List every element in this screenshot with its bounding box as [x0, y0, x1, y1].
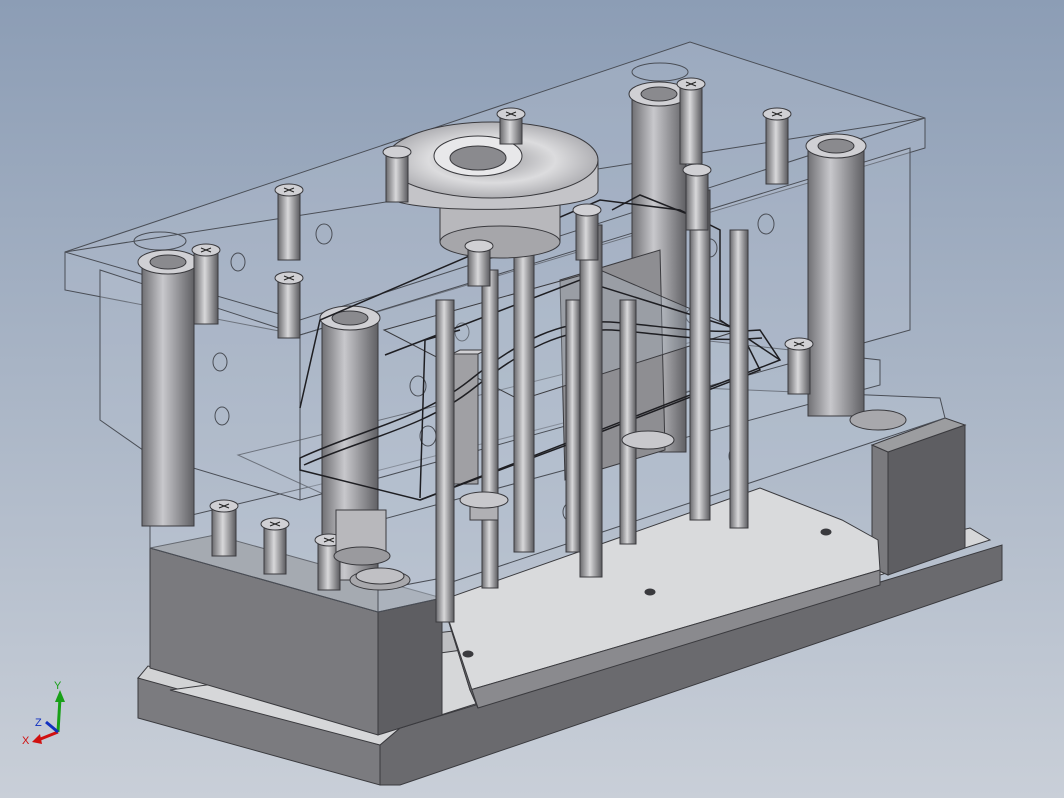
screw-10 [464, 239, 494, 287]
x-axis-line [37, 730, 59, 742]
screw-13 [260, 517, 290, 575]
screw-9 [572, 203, 602, 261]
mold-assembly-model[interactable] [0, 0, 1064, 798]
screw-11 [784, 337, 814, 395]
screw-7 [762, 107, 792, 185]
screw-6 [676, 77, 706, 165]
x-axis-arrow [32, 734, 42, 744]
cad-graphics-area[interactable]: Y Z X [0, 0, 1064, 798]
guide-pillar-back-left[interactable] [137, 249, 199, 527]
triad-x-label: X [22, 735, 30, 746]
screw-1 [274, 183, 304, 261]
triad-z-label: Z [35, 717, 42, 729]
y-axis-line [56, 697, 62, 733]
triad-y-label: Y [54, 680, 62, 692]
screw-8 [682, 163, 712, 231]
screw-5 [496, 107, 526, 145]
screw-3 [274, 271, 304, 339]
z-axis-line [45, 720, 59, 734]
screw-2 [191, 243, 221, 325]
screw-4 [382, 145, 412, 203]
screw-12 [209, 499, 239, 557]
right-support-block[interactable] [870, 417, 967, 576]
coordinate-triad: Y Z X [18, 676, 78, 747]
